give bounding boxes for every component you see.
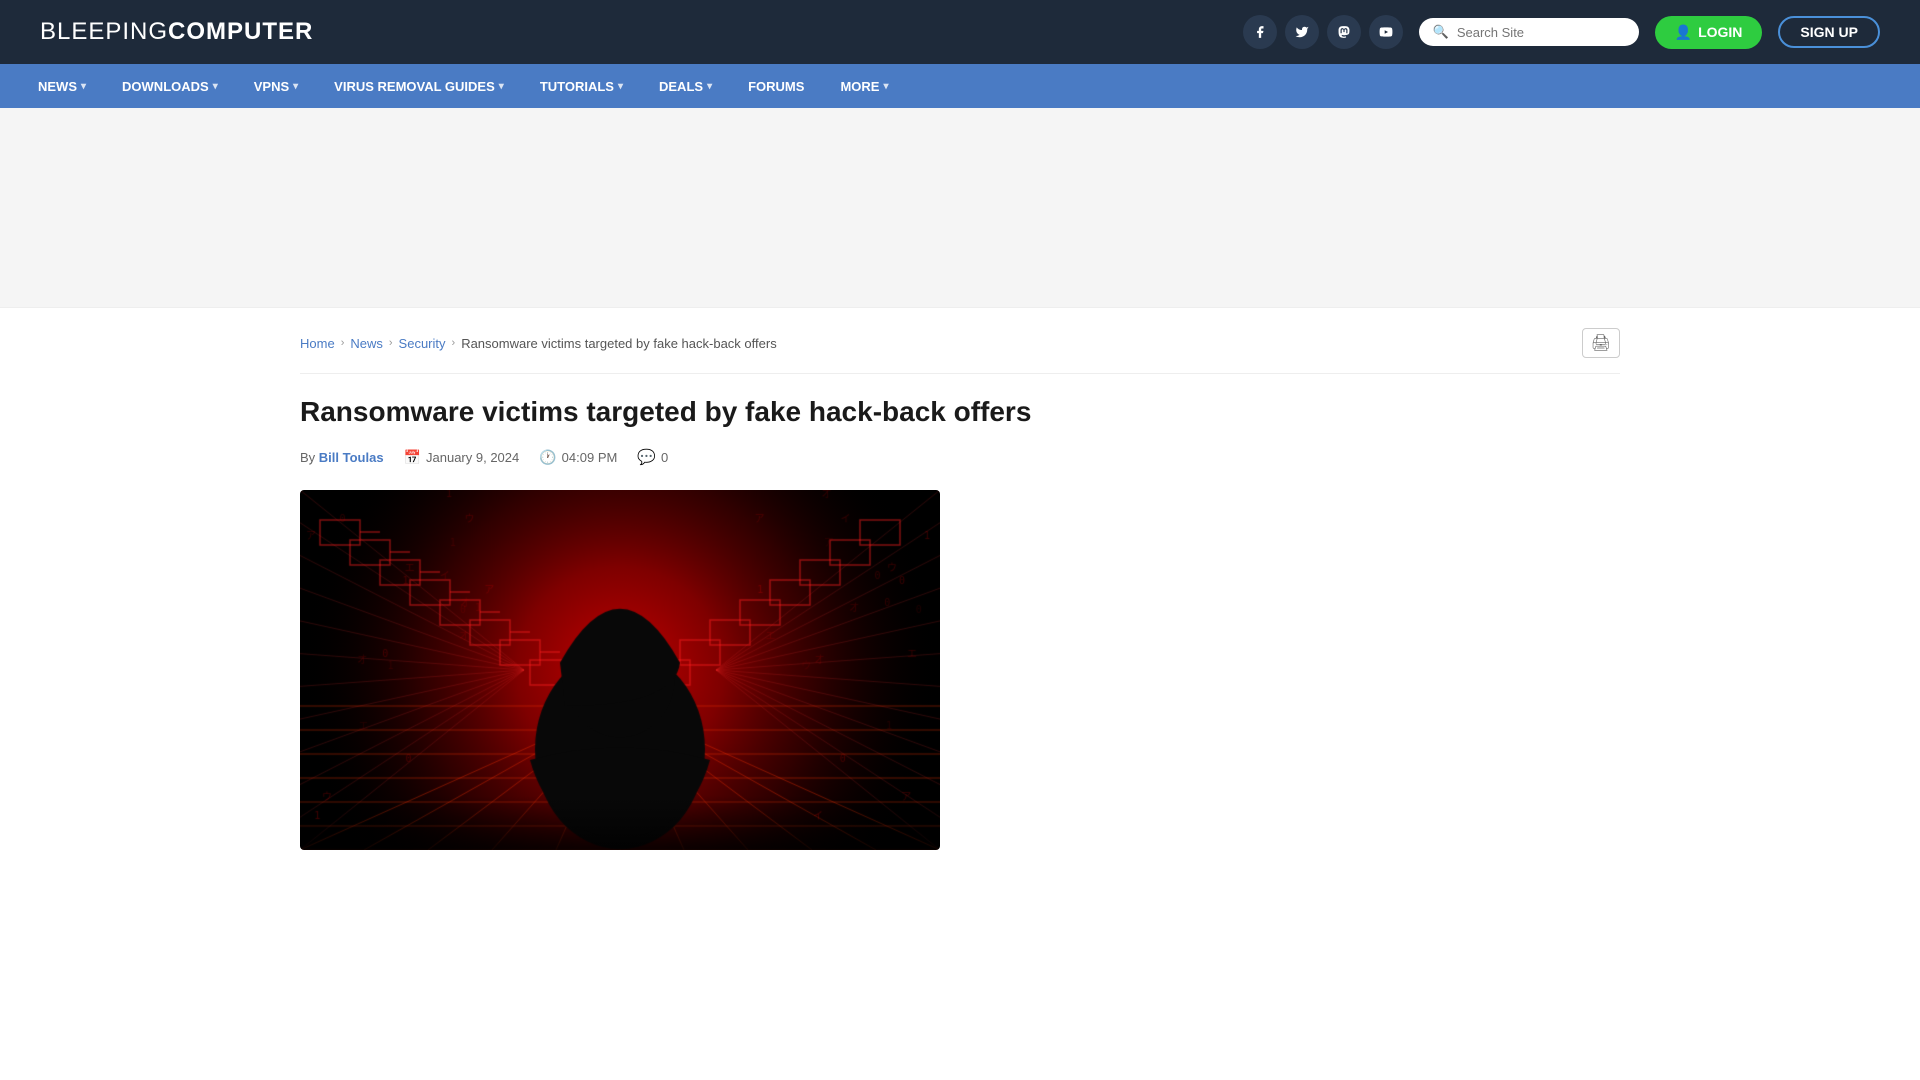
breadcrumb-home[interactable]: Home — [300, 336, 335, 351]
login-button[interactable]: 👤 LOGIN — [1655, 16, 1763, 49]
mastodon-icon[interactable] — [1327, 15, 1361, 49]
chevron-down-icon: ▾ — [707, 81, 712, 92]
logo-light: BLEEPING — [40, 18, 168, 45]
chevron-down-icon: ▾ — [213, 81, 218, 92]
article-meta: By Bill Toulas 📅 January 9, 2024 🕐 04:09… — [300, 448, 1240, 466]
nav-item-downloads[interactable]: DOWNLOADS ▾ — [104, 64, 236, 108]
comment-count[interactable]: 💬 0 — [637, 448, 668, 466]
comment-icon: 💬 — [637, 448, 656, 466]
signup-button[interactable]: SIGN UP — [1778, 16, 1880, 48]
facebook-icon[interactable] — [1243, 15, 1277, 49]
breadcrumb-actions: 🖨 — [1582, 328, 1620, 358]
site-header: BLEEPINGCOMPUTER 🔍 👤 LOGIN SIGN UP — [0, 0, 1920, 64]
youtube-icon[interactable] — [1369, 15, 1403, 49]
chevron-down-icon: ▾ — [883, 81, 888, 92]
chevron-right-icon: › — [389, 337, 393, 349]
article-hero-image — [300, 490, 940, 850]
nav-bar: NEWS ▾ DOWNLOADS ▾ VPNS ▾ VIRUS REMOVAL … — [0, 64, 1920, 108]
chevron-right-icon: › — [452, 337, 456, 349]
nav-item-tutorials[interactable]: TUTORIALS ▾ — [522, 64, 641, 108]
article-image — [300, 490, 940, 850]
chevron-down-icon: ▾ — [618, 81, 623, 92]
main-content: Ransomware victims targeted by fake hack… — [300, 374, 1240, 850]
chevron-down-icon: ▾ — [81, 81, 86, 92]
calendar-icon: 📅 — [404, 449, 421, 466]
article-date: 📅 January 9, 2024 — [404, 449, 520, 466]
chevron-right-icon: › — [341, 337, 345, 349]
nav-item-vpns[interactable]: VPNS ▾ — [236, 64, 316, 108]
article-time: 🕐 04:09 PM — [539, 449, 617, 466]
chevron-down-icon: ▾ — [499, 81, 504, 92]
breadcrumb-security[interactable]: Security — [399, 336, 446, 351]
twitter-icon[interactable] — [1285, 15, 1319, 49]
time-text: 04:09 PM — [562, 450, 618, 465]
nav-item-news[interactable]: NEWS ▾ — [20, 64, 104, 108]
breadcrumb-current: Ransomware victims targeted by fake hack… — [461, 336, 777, 351]
author-prefix: By — [300, 450, 315, 465]
nav-item-forums[interactable]: FORUMS — [730, 64, 822, 108]
user-icon: 👤 — [1675, 24, 1692, 41]
social-icons — [1243, 15, 1403, 49]
breadcrumb-news[interactable]: News — [350, 336, 383, 351]
content-wrapper: Home › News › Security › Ransomware vict… — [260, 308, 1660, 850]
clock-icon: 🕐 — [539, 449, 556, 466]
search-box: 🔍 — [1419, 18, 1639, 46]
breadcrumb: Home › News › Security › Ransomware vict… — [300, 308, 1620, 374]
advertisement-banner — [0, 108, 1920, 308]
chevron-down-icon: ▾ — [293, 81, 298, 92]
header-right: 🔍 👤 LOGIN SIGN UP — [1243, 15, 1880, 49]
sidebar — [1280, 374, 1620, 850]
search-icon: 🔍 — [1433, 24, 1449, 40]
author-info: By Bill Toulas — [300, 450, 384, 465]
print-button[interactable]: 🖨 — [1582, 328, 1620, 358]
date-text: January 9, 2024 — [426, 450, 519, 465]
article-title: Ransomware victims targeted by fake hack… — [300, 394, 1240, 430]
nav-item-deals[interactable]: DEALS ▾ — [641, 64, 730, 108]
nav-item-virus-removal[interactable]: VIRUS REMOVAL GUIDES ▾ — [316, 64, 522, 108]
nav-item-more[interactable]: MORE ▾ — [822, 64, 906, 108]
logo-bold: COMPUTER — [168, 18, 313, 45]
main-layout: Ransomware victims targeted by fake hack… — [300, 374, 1620, 850]
comment-number: 0 — [661, 450, 668, 465]
search-input[interactable] — [1457, 25, 1625, 40]
author-link[interactable]: Bill Toulas — [319, 450, 384, 465]
site-logo[interactable]: BLEEPINGCOMPUTER — [40, 18, 313, 46]
